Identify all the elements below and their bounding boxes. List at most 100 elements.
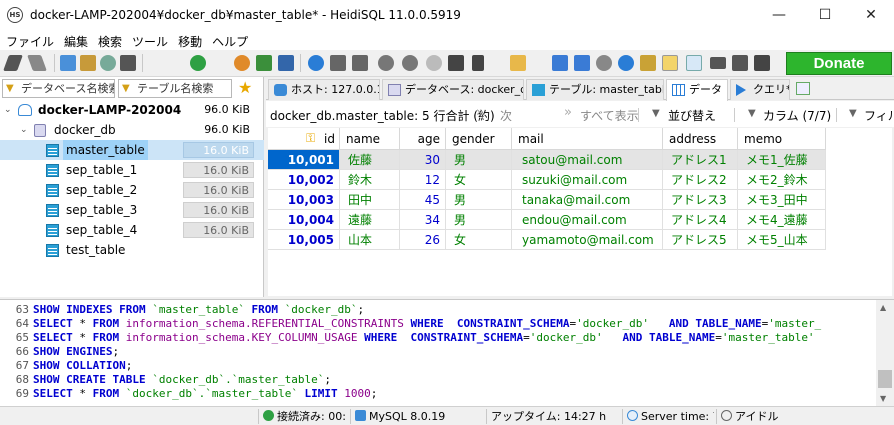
table-row[interactable]: 10,002 鈴木 12 女 suzuki@mail.com アドレス2 メモ2_鈴木 bbox=[268, 170, 826, 190]
tab-table[interactable]: テーブル: master_table bbox=[526, 79, 664, 100]
save-icon[interactable] bbox=[552, 55, 568, 71]
cell-mail[interactable]: tanaka@mail.com bbox=[512, 190, 663, 210]
cell-address[interactable]: アドレス5 bbox=[663, 230, 738, 250]
collapse-icon[interactable]: ⌄ bbox=[20, 120, 28, 140]
tab-data[interactable]: データ bbox=[666, 79, 728, 101]
cell-memo[interactable]: メモ5_山本 bbox=[738, 230, 826, 250]
new-query-tab-icon[interactable] bbox=[796, 82, 810, 95]
cell-address[interactable]: アドレス4 bbox=[663, 210, 738, 230]
tree-item-table[interactable]: sep_table_4 16.0 KiB bbox=[0, 220, 264, 240]
tree-item-database[interactable]: ⌄ docker_db 96.0 KiB bbox=[0, 120, 264, 140]
cell-memo[interactable]: メモ3_田中 bbox=[738, 190, 826, 210]
find-icon[interactable] bbox=[596, 55, 612, 71]
column-header-gender[interactable]: gender bbox=[446, 128, 512, 150]
cell-name[interactable]: 遠藤 bbox=[340, 210, 400, 230]
paste-icon[interactable] bbox=[80, 55, 96, 71]
cell-memo[interactable]: メモ4_遠藤 bbox=[738, 210, 826, 230]
cell-mail[interactable]: suzuki@mail.com bbox=[512, 170, 663, 190]
replace-icon[interactable] bbox=[618, 55, 634, 71]
columns-button[interactable]: カラム (7/7) bbox=[763, 107, 831, 124]
next-icon[interactable]: » bbox=[476, 105, 484, 120]
tree-item-table[interactable]: sep_table_1 16.0 KiB bbox=[0, 160, 264, 180]
collapse-icon[interactable]: ⌄ bbox=[4, 100, 12, 120]
maximize-button[interactable]: ☐ bbox=[802, 0, 848, 30]
menu-file[interactable]: ファイル bbox=[0, 30, 58, 50]
star-icon[interactable]: ★ bbox=[238, 80, 252, 96]
table-row[interactable]: 10,005 山本 26 女 yamamoto@mail.com アドレス5 メモ5_山本 bbox=[268, 230, 826, 250]
close-tab-icon[interactable] bbox=[754, 55, 770, 71]
cell-memo[interactable]: メモ1_佐藤 bbox=[738, 150, 826, 170]
cell-memo[interactable]: メモ2_鈴木 bbox=[738, 170, 826, 190]
cell-name[interactable]: 山本 bbox=[340, 230, 400, 250]
tree-item-table[interactable]: test_table bbox=[0, 240, 264, 260]
cell-id[interactable]: 10,001 bbox=[268, 150, 340, 170]
cell-name[interactable]: 鈴木 bbox=[340, 170, 400, 190]
transfer-icon[interactable] bbox=[278, 55, 294, 71]
user-manager-icon[interactable] bbox=[234, 55, 250, 71]
menu-search[interactable]: 検索 bbox=[92, 30, 126, 50]
save-as-icon[interactable] bbox=[574, 55, 590, 71]
column-header-id[interactable]: ⚿ id bbox=[268, 128, 340, 150]
table-row[interactable]: 10,003 田中 45 男 tanaka@mail.com アドレス3 メモ3_田中 bbox=[268, 190, 826, 210]
donate-button[interactable]: Donate bbox=[786, 52, 892, 75]
wrap-icon[interactable] bbox=[710, 57, 726, 69]
export-icon[interactable] bbox=[256, 55, 272, 71]
tree-item-table[interactable]: sep_table_2 16.0 KiB bbox=[0, 180, 264, 200]
copy-icon[interactable] bbox=[60, 55, 76, 71]
tab-host[interactable]: ホスト: 127.0.0.1 bbox=[268, 79, 380, 100]
menu-tools[interactable]: ツール bbox=[126, 30, 172, 50]
table-filter-input[interactable]: ▼ テーブル名検索 bbox=[118, 79, 232, 98]
cell-id[interactable]: 10,003 bbox=[268, 190, 340, 210]
cell-name[interactable]: 佐藤 bbox=[340, 150, 400, 170]
cell-gender[interactable]: 男 bbox=[446, 150, 512, 170]
menu-edit[interactable]: 編集 bbox=[58, 30, 92, 50]
sort-button[interactable]: 並び替え bbox=[668, 107, 716, 124]
sql-log-panel[interactable]: 63 SHOW INDEXES FROM `master_table` FROM … bbox=[0, 299, 894, 406]
cell-age[interactable]: 34 bbox=[400, 210, 446, 230]
next-button[interactable]: 次 bbox=[500, 107, 512, 124]
warning-icon[interactable] bbox=[662, 55, 678, 71]
first-record-icon[interactable] bbox=[330, 55, 346, 71]
column-header-address[interactable]: address bbox=[663, 128, 738, 150]
open-folder-icon[interactable] bbox=[510, 55, 526, 71]
cell-gender[interactable]: 男 bbox=[446, 190, 512, 210]
menu-go[interactable]: 移動 bbox=[172, 30, 206, 50]
show-all-button[interactable]: すべて表示 bbox=[580, 107, 639, 124]
table-row[interactable]: 10,001 佐藤 30 男 satou@mail.com アドレス1 メモ1_佐藤 bbox=[268, 150, 826, 170]
tab-query[interactable]: クエリ* bbox=[730, 79, 790, 100]
cell-age[interactable]: 30 bbox=[400, 150, 446, 170]
columns-icon[interactable]: ▼ bbox=[748, 108, 756, 119]
last-record-icon[interactable] bbox=[352, 55, 368, 71]
close-button[interactable]: ✕ bbox=[848, 0, 894, 30]
cell-gender[interactable]: 男 bbox=[446, 210, 512, 230]
cell-id[interactable]: 10,004 bbox=[268, 210, 340, 230]
cell-age[interactable]: 45 bbox=[400, 190, 446, 210]
filter-button[interactable]: フィルタ bbox=[864, 107, 894, 124]
cell-gender[interactable]: 女 bbox=[446, 230, 512, 250]
filter-icon[interactable]: ▼ bbox=[849, 108, 857, 119]
cell-id[interactable]: 10,002 bbox=[268, 170, 340, 190]
cell-address[interactable]: アドレス1 bbox=[663, 150, 738, 170]
connect-icon[interactable] bbox=[3, 55, 23, 71]
show-all-icon[interactable]: » bbox=[564, 105, 572, 120]
cell-mail[interactable]: yamamoto@mail.com bbox=[512, 230, 663, 250]
cell-age[interactable]: 12 bbox=[400, 170, 446, 190]
undo-icon[interactable] bbox=[100, 55, 116, 71]
add-record-icon[interactable] bbox=[378, 55, 394, 71]
post-icon[interactable] bbox=[426, 55, 442, 71]
run-icon[interactable] bbox=[472, 55, 484, 71]
scroll-down-icon[interactable]: ▼ bbox=[880, 394, 886, 403]
cell-age[interactable]: 26 bbox=[400, 230, 446, 250]
cell-address[interactable]: アドレス2 bbox=[663, 170, 738, 190]
tree-item-table-selected[interactable]: master_table 16.0 KiB bbox=[0, 140, 264, 160]
tab-database[interactable]: データベース: docker_db bbox=[382, 79, 524, 100]
sort-icon[interactable]: ▼ bbox=[652, 108, 660, 119]
help-icon[interactable] bbox=[308, 55, 324, 71]
cell-mail[interactable]: satou@mail.com bbox=[512, 150, 663, 170]
cell-name[interactable]: 田中 bbox=[340, 190, 400, 210]
column-header-mail[interactable]: mail bbox=[512, 128, 663, 150]
print-icon[interactable] bbox=[120, 55, 136, 71]
cell-address[interactable]: アドレス3 bbox=[663, 190, 738, 210]
database-filter-input[interactable]: ▼ データベース名検索 bbox=[2, 79, 115, 98]
scrollbar-thumb[interactable] bbox=[878, 370, 892, 388]
